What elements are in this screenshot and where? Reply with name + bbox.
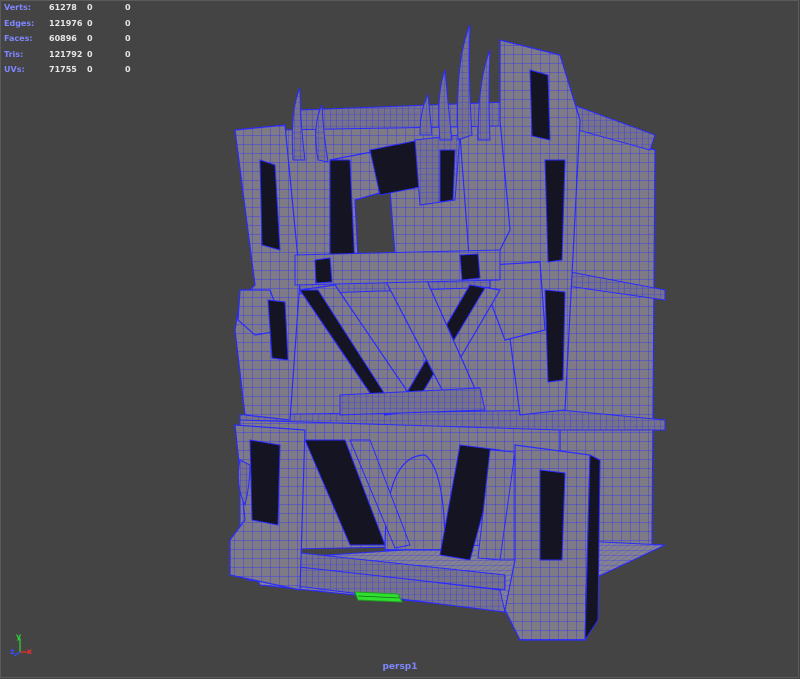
building-mesh[interactable] xyxy=(229,24,666,642)
axis-x-label: x xyxy=(27,647,33,656)
perspective-viewport[interactable]: Verts: 61278 0 0 Edges: 121976 0 0 Faces… xyxy=(0,0,800,679)
wireframe-model[interactable] xyxy=(0,0,800,679)
manipulator-handle[interactable] xyxy=(354,591,403,603)
axis-z-label: z xyxy=(10,647,15,656)
axis-y-label: y xyxy=(16,632,22,641)
camera-name-label: persp1 xyxy=(382,662,418,672)
